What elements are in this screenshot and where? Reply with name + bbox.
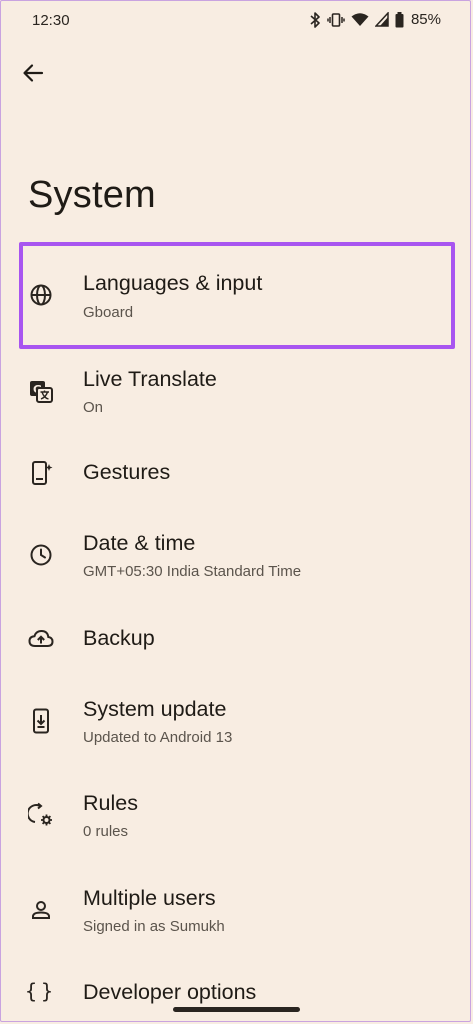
item-subtitle: 0 rules — [83, 823, 129, 840]
cellular-signal-icon — [374, 12, 389, 27]
item-title: Developer options — [83, 980, 257, 1004]
status-time: 12:30 — [32, 12, 70, 29]
arrow-back-icon — [22, 62, 44, 89]
status-icons: 85% — [310, 11, 441, 28]
page-title: System — [28, 174, 156, 216]
gestures-item[interactable]: Gestures — [0, 440, 473, 504]
item-title: Rules — [83, 791, 138, 815]
developer-options-item[interactable]: {} Developer options — [0, 960, 473, 1024]
live-translate-item[interactable]: G Live Translate On — [0, 350, 473, 440]
highlight-box — [19, 242, 455, 349]
back-button[interactable] — [18, 60, 48, 90]
person-icon — [28, 897, 54, 923]
date-time-item[interactable]: Date & time GMT+05:30 India Standard Tim… — [0, 510, 473, 606]
cloud-upload-icon — [28, 626, 54, 652]
item-subtitle: Updated to Android 13 — [83, 729, 233, 746]
gestures-phone-icon — [28, 460, 54, 486]
wifi-icon — [351, 12, 369, 27]
item-subtitle: Signed in as Sumukh — [83, 918, 225, 935]
status-bar: 12:30 85% — [0, 0, 473, 44]
clock-icon — [28, 542, 54, 568]
multiple-users-item[interactable]: Multiple users Signed in as Sumukh — [0, 865, 473, 961]
item-title: Gestures — [83, 460, 171, 484]
item-title: System update — [83, 697, 227, 721]
system-update-item[interactable]: System update Updated to Android 13 — [0, 676, 473, 772]
item-title: Backup — [83, 626, 155, 650]
backup-item[interactable]: Backup — [0, 606, 473, 670]
system-update-icon — [28, 708, 54, 734]
item-subtitle: On — [83, 399, 104, 416]
rules-item[interactable]: Rules 0 rules — [0, 770, 473, 866]
vibrate-icon — [327, 12, 345, 28]
translate-icon: G — [28, 378, 54, 404]
braces-icon: {} — [24, 979, 58, 1003]
battery-icon — [395, 11, 404, 28]
rules-icon — [28, 802, 54, 828]
gesture-navigation-handle[interactable] — [173, 1007, 300, 1012]
item-title: Multiple users — [83, 886, 216, 910]
battery-percent: 85% — [410, 11, 441, 28]
item-title: Live Translate — [83, 367, 217, 391]
item-subtitle: GMT+05:30 India Standard Time — [83, 563, 302, 580]
bluetooth-icon — [310, 11, 321, 28]
item-title: Date & time — [83, 531, 196, 555]
